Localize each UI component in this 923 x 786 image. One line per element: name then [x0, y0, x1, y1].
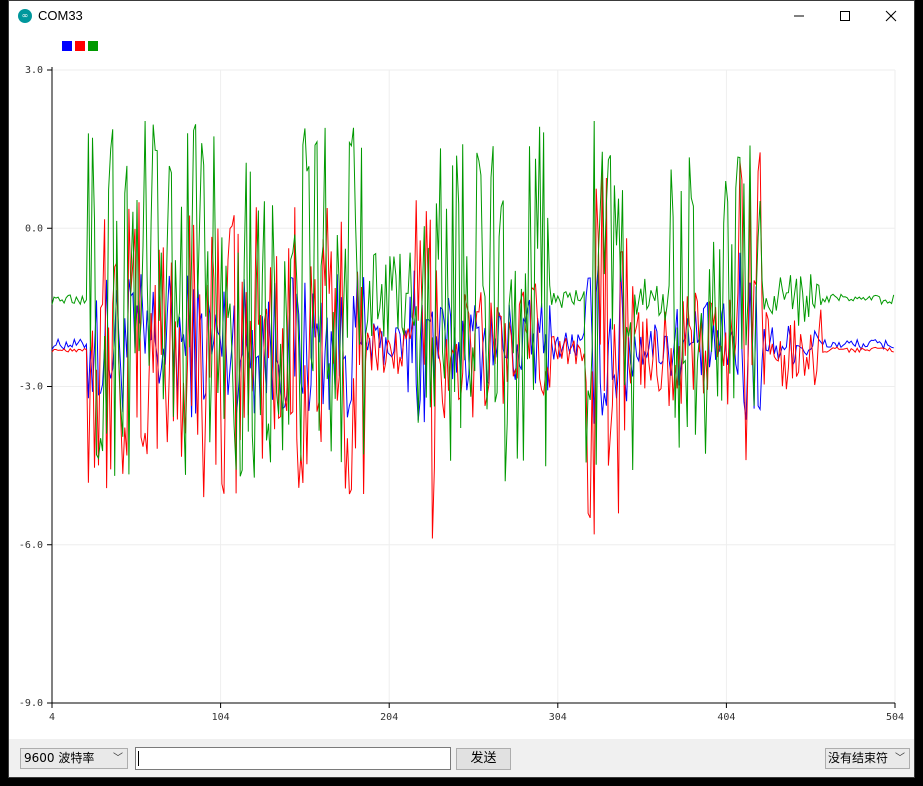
window-title: COM33: [38, 8, 83, 23]
baud-rate-value: 9600 波特率: [24, 751, 95, 765]
x-tick-label: 104: [212, 712, 230, 723]
y-tick-label: 0.0: [25, 223, 43, 234]
x-tick-label: 4: [49, 712, 55, 723]
line-ending-select[interactable]: 没有结束符 ﹀: [825, 748, 910, 769]
baud-rate-select[interactable]: 9600 波特率 ﹀: [20, 748, 128, 769]
chevron-down-icon: ﹀: [113, 753, 123, 764]
x-tick-label: 404: [717, 712, 735, 723]
close-button[interactable]: [868, 1, 914, 31]
minimize-button[interactable]: [776, 1, 822, 31]
line-ending-value: 没有结束符: [828, 751, 889, 765]
line-chart: 4 104 204 304 404 504 3.0 0.0 -3.0 -6.0 -9.0: [19, 65, 904, 723]
plot-area: 4 104 204 304 404 504 3.0 0.0 -3.0 -6.0 -9.0: [9, 31, 914, 739]
y-tick-label: -3.0: [19, 382, 43, 393]
maximize-icon: [840, 11, 850, 21]
arduino-logo-icon: ∞: [18, 9, 32, 23]
x-tick-label: 304: [549, 712, 567, 723]
bottom-toolbar: 9600 波特率 ﹀ 发送 没有结束符 ﹀: [9, 739, 914, 777]
x-tick-label: 204: [380, 712, 398, 723]
y-tick-label: -6.0: [19, 540, 43, 551]
serial-plotter-window: ∞ COM33 4 104 204 304 404 504 3.0 0.0 -3.0 -6.0 -9…: [8, 0, 915, 778]
maximize-button[interactable]: [822, 1, 868, 31]
send-button[interactable]: 发送: [456, 748, 511, 770]
x-tick-label: 504: [886, 712, 904, 723]
chevron-down-icon: ﹀: [895, 753, 905, 764]
series-line-2: [51, 120, 895, 482]
text-caret: [138, 751, 139, 766]
y-tick-label: -9.0: [19, 698, 43, 709]
close-icon: [885, 10, 897, 22]
title-bar: ∞ COM33: [9, 1, 914, 31]
series-line-1: [51, 152, 894, 539]
send-input[interactable]: [135, 747, 451, 770]
minimize-icon: [794, 15, 804, 17]
y-tick-label: 3.0: [25, 65, 43, 76]
